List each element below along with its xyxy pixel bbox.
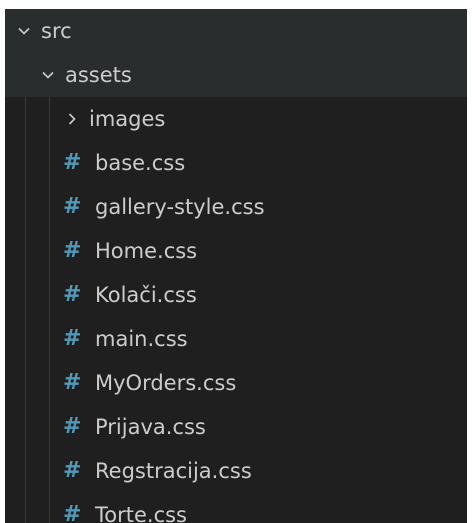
css-file-icon: # xyxy=(63,326,82,351)
file-label: Kolači.css xyxy=(95,282,197,307)
chevron-down-icon xyxy=(39,66,57,84)
file-label: Home.css xyxy=(95,238,198,263)
tree-file-prijava-css[interactable]: # Prijava.css xyxy=(5,405,467,449)
file-label: gallery-style.css xyxy=(95,194,265,219)
tree-file-myorders-css[interactable]: # MyOrders.css xyxy=(5,361,467,405)
css-file-icon: # xyxy=(63,414,82,439)
folder-label-images: images xyxy=(89,106,166,131)
css-file-icon: # xyxy=(63,282,82,307)
folder-label-assets: assets xyxy=(65,62,132,87)
tree-file-main-css[interactable]: # main.css xyxy=(5,317,467,361)
css-file-icon: # xyxy=(63,458,82,483)
css-file-icon: # xyxy=(63,238,82,263)
tree-folder-assets[interactable]: assets xyxy=(5,53,467,97)
file-label: main.css xyxy=(95,326,188,351)
chevron-right-icon xyxy=(63,110,81,128)
file-label: base.css xyxy=(95,150,186,175)
file-label: Regstracija.css xyxy=(95,458,252,483)
tree-file-regstracija-css[interactable]: # Regstracija.css xyxy=(5,449,467,493)
tree-file-kolaci-css[interactable]: # Kolači.css xyxy=(5,273,467,317)
screenshot-frame: src assets images # base.css # gallery-s… xyxy=(0,0,473,523)
tree-file-torte-css[interactable]: # Torte.css xyxy=(5,493,467,523)
css-file-icon: # xyxy=(63,502,82,523)
tree-folder-src[interactable]: src xyxy=(5,9,467,53)
css-file-icon: # xyxy=(63,150,82,175)
tree-file-gallery-style-css[interactable]: # gallery-style.css xyxy=(5,185,467,229)
tree-file-home-css[interactable]: # Home.css xyxy=(5,229,467,273)
file-label: Torte.css xyxy=(95,502,187,523)
chevron-down-icon xyxy=(15,22,33,40)
css-file-icon: # xyxy=(63,370,82,395)
file-label: Prijava.css xyxy=(95,414,206,439)
file-label: MyOrders.css xyxy=(95,370,237,395)
file-explorer-tree: src assets images # base.css # gallery-s… xyxy=(5,9,467,523)
tree-file-base-css[interactable]: # base.css xyxy=(5,141,467,185)
css-file-icon: # xyxy=(63,194,82,219)
folder-label-src: src xyxy=(41,18,72,43)
tree-folder-images[interactable]: images xyxy=(5,97,467,141)
